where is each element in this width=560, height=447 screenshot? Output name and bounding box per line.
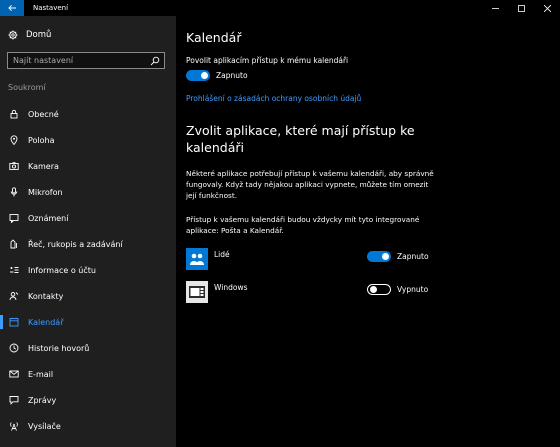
window-title: Nastavení bbox=[33, 4, 69, 12]
app-row-windows: Windows Vypnuto bbox=[186, 281, 546, 305]
windows-app-icon bbox=[186, 281, 208, 303]
app-toggle-lide[interactable] bbox=[367, 251, 391, 262]
sidebar-item-oznameni[interactable]: Oznámení bbox=[0, 205, 176, 231]
sidebar-item-label: Informace o účtu bbox=[28, 265, 96, 275]
toggle-knob bbox=[382, 253, 389, 260]
back-button[interactable] bbox=[0, 0, 24, 16]
app-toggle-row: Vypnuto bbox=[367, 284, 428, 295]
sidebar-item-label: Kontakty bbox=[28, 291, 64, 301]
nav-list: Obecné Poloha Kamera Mikrofon Oznámení Ř… bbox=[0, 101, 176, 439]
toggle-knob bbox=[201, 72, 208, 79]
search-box bbox=[7, 52, 165, 69]
app-toggle-state: Zapnuto bbox=[397, 252, 429, 261]
sidebar-item-obecne[interactable]: Obecné bbox=[0, 101, 176, 127]
sidebar-item-label: Oznámení bbox=[28, 213, 69, 223]
sidebar-item-label: E-mail bbox=[28, 369, 54, 379]
sidebar-item-vysilace[interactable]: Vysílače bbox=[0, 413, 176, 439]
sidebar-item-kontakty[interactable]: Kontakty bbox=[0, 283, 176, 309]
mail-icon bbox=[9, 369, 19, 379]
sidebar-item-label: Mikrofon bbox=[28, 187, 63, 197]
sidebar-item-email[interactable]: E-mail bbox=[0, 361, 176, 387]
sidebar-item-mikrofon[interactable]: Mikrofon bbox=[0, 179, 176, 205]
app-toggle-row: Zapnuto bbox=[367, 251, 429, 262]
toggle-knob bbox=[370, 286, 377, 293]
sidebar-item-kalendar[interactable]: Kalendář bbox=[0, 309, 176, 335]
app-toggle-windows[interactable] bbox=[367, 284, 391, 295]
sidebar-item-label: Poloha bbox=[28, 135, 55, 145]
sidebar-item-label: Zprávy bbox=[28, 395, 57, 405]
app-row-lide: Lidé Zapnuto bbox=[186, 248, 546, 272]
sidebar: Domů Soukromí Obecné Poloha Kamera Mikro… bbox=[0, 16, 176, 447]
calendar-access-state: Zapnuto bbox=[216, 71, 248, 80]
app-name: Lidé bbox=[214, 250, 230, 259]
search-icon[interactable] bbox=[150, 56, 160, 66]
sidebar-item-historie[interactable]: Historie hovorů bbox=[0, 335, 176, 361]
lock-icon bbox=[9, 109, 19, 119]
maximize-icon bbox=[517, 4, 525, 12]
sidebar-item-zpravy[interactable]: Zprávy bbox=[0, 387, 176, 413]
sidebar-item-label: Obecné bbox=[28, 109, 59, 119]
pen-icon bbox=[9, 239, 19, 249]
sidebar-home-label: Domů bbox=[26, 30, 52, 40]
section-label: Soukromí bbox=[8, 83, 46, 92]
section-heading: Zvolit aplikace, které mají přístup ke k… bbox=[186, 123, 415, 155]
calendar-access-label: Povolit aplikacím přístup k mému kalendá… bbox=[186, 56, 349, 65]
minimize-button[interactable] bbox=[482, 0, 508, 16]
sidebar-item-label: Kalendář bbox=[28, 317, 64, 327]
page-title: Kalendář bbox=[186, 30, 242, 45]
minimize-icon bbox=[491, 7, 499, 9]
sidebar-item-poloha[interactable]: Poloha bbox=[0, 127, 176, 153]
privacy-statement-link[interactable]: Prohlášení o zásadách ochrany osobních ú… bbox=[186, 94, 361, 103]
sidebar-item-label: Historie hovorů bbox=[28, 343, 90, 353]
sidebar-item-label: Vysílače bbox=[28, 421, 61, 431]
notification-icon bbox=[9, 213, 19, 223]
calendar-access-toggle[interactable] bbox=[186, 70, 210, 81]
sidebar-item-informace[interactable]: Informace o účtu bbox=[0, 257, 176, 283]
location-icon bbox=[9, 135, 19, 145]
history-icon bbox=[9, 343, 19, 353]
sidebar-item-kamera[interactable]: Kamera bbox=[0, 153, 176, 179]
maximize-button[interactable] bbox=[508, 0, 534, 16]
calendar-access-toggle-row: Zapnuto bbox=[186, 70, 248, 81]
search-input[interactable] bbox=[8, 56, 150, 65]
account-info-icon bbox=[9, 265, 19, 275]
contacts-icon bbox=[9, 291, 19, 301]
window-controls bbox=[482, 0, 560, 16]
calendar-icon bbox=[9, 317, 19, 327]
people-app-icon bbox=[186, 248, 208, 270]
builtin-apps-note: Přístup k vašemu kalendáři budou vždycky… bbox=[186, 215, 420, 235]
sidebar-item-label: Kamera bbox=[28, 161, 59, 171]
sidebar-home[interactable]: Domů bbox=[8, 30, 51, 40]
close-button[interactable] bbox=[534, 0, 560, 16]
app-toggle-state: Vypnuto bbox=[397, 285, 429, 294]
section-description: Některé aplikace potřebují přístup k vaš… bbox=[186, 169, 434, 200]
sidebar-item-label: Řeč, rukopis a zadávání bbox=[28, 239, 123, 249]
title-bar: Nastavení bbox=[0, 0, 560, 16]
microphone-icon bbox=[9, 187, 19, 197]
sidebar-item-rec[interactable]: Řeč, rukopis a zadávání bbox=[0, 231, 176, 257]
back-arrow-icon bbox=[7, 4, 16, 12]
radio-icon bbox=[9, 421, 19, 431]
close-icon bbox=[543, 4, 551, 12]
messages-icon bbox=[9, 395, 19, 405]
app-name: Windows bbox=[214, 283, 248, 292]
camera-icon bbox=[9, 161, 19, 171]
gear-icon bbox=[8, 30, 18, 40]
